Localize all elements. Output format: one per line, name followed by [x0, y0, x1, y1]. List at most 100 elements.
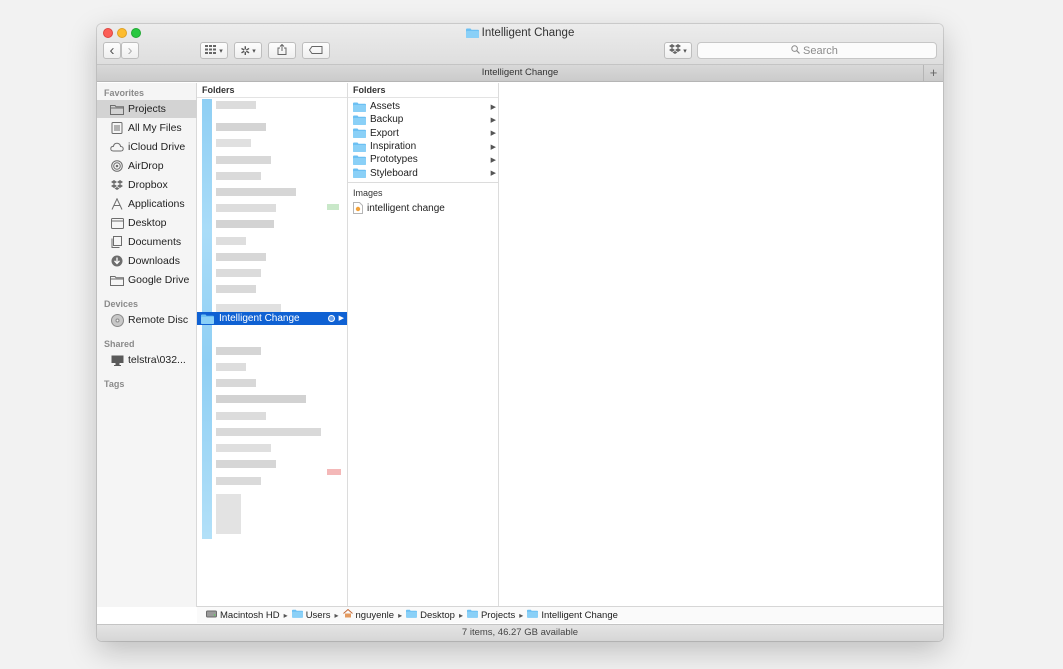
sidebar-item-label: Applications — [128, 198, 185, 210]
folder-icon — [201, 314, 214, 324]
preview-area — [499, 83, 943, 607]
tab-bar: Intelligent Change + — [97, 65, 943, 82]
sidebar-item-dropbox[interactable]: Dropbox — [97, 176, 197, 194]
folder-icon — [466, 609, 478, 621]
sidebar-item-airdrop[interactable]: AirDrop — [97, 157, 197, 175]
sidebar-item-icloud-drive[interactable]: iCloud Drive — [97, 138, 197, 156]
sidebar-item-google-drive[interactable]: Google Drive — [97, 271, 197, 289]
computer-icon — [110, 354, 124, 366]
back-button[interactable]: ‹ — [103, 42, 121, 59]
folder-row-intelligent-change[interactable]: Intelligent Change ▶ — [197, 312, 347, 325]
blurred-row — [216, 347, 261, 355]
favorites-header: Favorites — [104, 88, 145, 98]
sidebar-item-documents[interactable]: Documents — [97, 233, 197, 251]
path-separator: ▸ — [458, 610, 463, 620]
forward-button[interactable]: › — [121, 42, 139, 59]
devices-header: Devices — [104, 299, 139, 309]
window-title-text: Intelligent Change — [481, 27, 575, 39]
sidebar-item-applications[interactable]: Applications — [97, 195, 197, 213]
all-files-icon — [110, 122, 124, 134]
hard-drive-icon — [206, 610, 217, 621]
action-button[interactable]: ✲ ▾ — [234, 42, 262, 59]
status-bar: 7 items, 46.27 GB available — [97, 624, 943, 641]
share-button[interactable] — [268, 42, 296, 59]
desktop-icon — [110, 217, 124, 229]
sidebar-item-all-my-files[interactable]: All My Files — [97, 119, 197, 137]
folder-label: Inspiration — [370, 141, 417, 153]
folder-row-export[interactable]: Export ▶ — [348, 127, 498, 140]
downloads-icon — [110, 255, 124, 267]
chevron-down-icon: ▾ — [219, 47, 223, 55]
cloud-icon — [110, 141, 124, 153]
tag-dot-icon — [328, 315, 335, 322]
blurred-tag — [327, 469, 341, 475]
folder-list: Assets ▶ Backup ▶ Export ▶ Inspiration ▶… — [348, 98, 498, 180]
folder-icon — [110, 274, 124, 286]
folder-icon — [465, 28, 479, 38]
path-item-intelligent-change[interactable]: Intelligent Change — [527, 609, 618, 621]
folder-icon — [353, 128, 366, 139]
sidebar-item-label: Google Drive — [128, 274, 190, 286]
sidebar-item-label: Remote Disc — [128, 314, 189, 326]
sidebar-item-shared-computer[interactable]: telstra\032... — [97, 351, 197, 369]
path-item-macintosh-hd[interactable]: Macintosh HD — [206, 610, 280, 621]
dropbox-button[interactable]: ▾ — [664, 42, 692, 59]
folder-row-styleboard[interactable]: Styleboard ▶ — [348, 166, 498, 179]
applications-icon — [110, 198, 124, 210]
sidebar-item-label: Dropbox — [128, 179, 168, 191]
path-separator: ▸ — [398, 610, 403, 620]
path-separator: ▸ — [283, 610, 288, 620]
folder-icon — [110, 103, 124, 115]
folder-icon — [353, 168, 366, 179]
blurred-row — [216, 139, 251, 147]
folder-label: Export — [370, 127, 399, 139]
path-item-projects[interactable]: Projects — [466, 609, 515, 621]
path-item-label: Desktop — [420, 609, 455, 621]
folder-row-inspiration[interactable]: Inspiration ▶ — [348, 140, 498, 153]
sidebar-item-label: All My Files — [128, 122, 182, 134]
blurred-row — [216, 444, 271, 452]
disclosure-arrow-icon: ▶ — [490, 143, 496, 151]
finder-window: Intelligent Change ‹ › ▾ ✲ ▾ ▾ Intellige… — [97, 24, 943, 641]
view-options-button[interactable]: ▾ — [200, 42, 228, 59]
search-icon — [791, 44, 800, 57]
blurred-row — [216, 304, 281, 312]
path-item-home[interactable]: nguyenle — [342, 608, 394, 621]
section-divider — [348, 181, 498, 183]
back-glyph: ‹ — [109, 42, 115, 59]
folder-icon — [353, 155, 366, 165]
sidebar-item-downloads[interactable]: Downloads — [97, 252, 197, 270]
sidebar-item-desktop[interactable]: Desktop — [97, 214, 197, 232]
folder-row-assets[interactable]: Assets ▶ — [348, 100, 498, 113]
search-input[interactable] — [803, 44, 843, 57]
path-bar: Macintosh HD ▸ Users ▸ nguyenle ▸ Deskto… — [197, 606, 943, 623]
image-row-intelligent-change[interactable]: intelligent change — [348, 202, 498, 215]
sidebar-item-label: telstra\032... — [128, 354, 186, 366]
folders-column-1: Folders Intelligent Change ▶ — [197, 83, 348, 607]
disclosure-arrow-icon: ▶ — [338, 315, 344, 322]
window-title: Intelligent Change — [97, 27, 943, 39]
edit-tags-button[interactable] — [302, 42, 330, 59]
images-header: Images — [353, 187, 383, 198]
column-header: Folders — [348, 83, 498, 98]
blurred-row — [216, 395, 306, 403]
path-item-users[interactable]: Users — [291, 609, 331, 621]
sidebar-item-projects[interactable]: Projects — [97, 100, 197, 118]
disclosure-arrow-icon: ▶ — [490, 116, 496, 124]
folder-row-prototypes[interactable]: Prototypes ▶ — [348, 153, 498, 166]
column-header: Folders — [197, 83, 347, 98]
disc-icon — [110, 313, 124, 327]
sidebar-item-remote-disc[interactable]: Remote Disc — [97, 311, 197, 329]
grid-view-icon — [205, 44, 217, 57]
tag-icon — [308, 45, 323, 57]
blurred-row — [216, 379, 256, 387]
search-field[interactable] — [697, 42, 937, 59]
blurred-row — [216, 363, 246, 371]
new-tab-button[interactable]: + — [923, 65, 943, 82]
tab-intelligent-change[interactable]: Intelligent Change — [482, 67, 559, 78]
folder-row-backup[interactable]: Backup ▶ — [348, 113, 498, 126]
folder-icon — [353, 102, 366, 112]
tags-header: Tags — [104, 379, 125, 389]
blurred-row — [216, 460, 276, 468]
path-item-desktop[interactable]: Desktop — [406, 609, 455, 621]
